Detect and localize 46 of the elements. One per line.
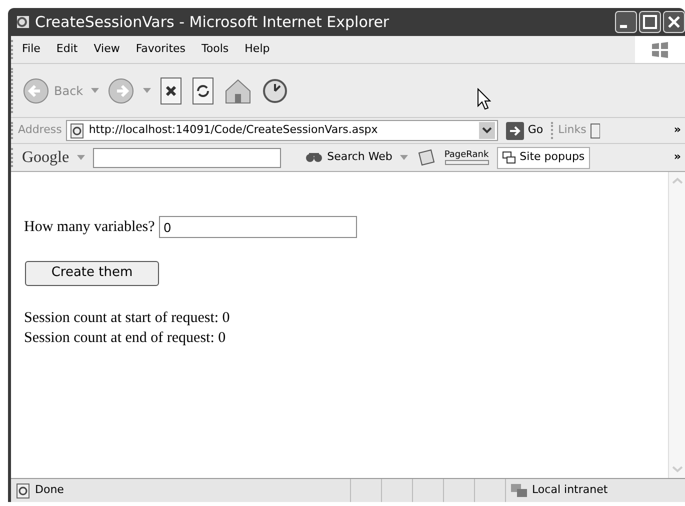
network-icon (510, 482, 528, 498)
caret-icon[interactable] (77, 155, 86, 160)
site-popups-button[interactable]: Site popups (496, 146, 590, 168)
menu-item[interactable]: Help (236, 41, 278, 58)
search-web-button[interactable]: Search Web (305, 149, 392, 166)
cursor-icon (477, 88, 492, 110)
caret-icon[interactable] (400, 155, 408, 160)
pagerank-label: PageRank (444, 150, 489, 160)
minimize-button[interactable] (615, 11, 637, 33)
zone-text: Local intranet (532, 482, 608, 498)
menu-item[interactable]: Favorites (128, 41, 194, 58)
go-button[interactable]: Go (502, 122, 548, 140)
windows-logo-icon (650, 40, 670, 60)
binoculars-icon (305, 152, 324, 162)
session-count-text: Session count at start of request: 0 (24, 308, 231, 328)
address-field[interactable]: http://localhost:14091/Code/CreateSessionVars.aspx (66, 120, 498, 141)
menu-item[interactable]: Edit (48, 41, 86, 58)
google-search-field[interactable] (93, 148, 282, 168)
forward-icon[interactable] (107, 76, 136, 104)
maximize-button[interactable] (639, 11, 661, 33)
menu-item[interactable]: File (14, 41, 48, 58)
refresh-icon[interactable] (191, 76, 216, 104)
window-title: CreateSessionVars - Microsoft Internet Explorer (35, 12, 390, 33)
home-icon[interactable] (223, 76, 254, 104)
chevron[interactable]: » (674, 149, 685, 166)
create-button[interactable]: Create them (25, 260, 159, 286)
session-count-text: Session count at end of request: 0 (24, 328, 227, 348)
menu-item[interactable]: View (86, 41, 128, 58)
window-icon (15, 14, 31, 30)
caret-icon[interactable] (91, 88, 100, 93)
address-label: Address (18, 122, 62, 138)
caret-icon[interactable] (143, 88, 152, 93)
menu-item[interactable]: Tools (194, 41, 237, 58)
dropdown-icon[interactable] (478, 122, 495, 139)
popup-windows-icon (502, 150, 516, 164)
back-icon[interactable] (22, 76, 50, 104)
status-text: Done (35, 482, 64, 498)
pagerank-bar (444, 160, 489, 165)
variables-field[interactable]: 0 (158, 216, 357, 238)
variables-label: How many variables? (24, 218, 155, 237)
history-icon[interactable] (261, 76, 290, 104)
stop-icon[interactable] (159, 76, 184, 104)
address-url: http://localhost:14091/Code/CreateSessionVars.aspx (88, 122, 378, 138)
chevron[interactable]: » (674, 122, 685, 139)
google-logo[interactable]: Google (22, 146, 70, 170)
close-button[interactable] (663, 11, 685, 33)
